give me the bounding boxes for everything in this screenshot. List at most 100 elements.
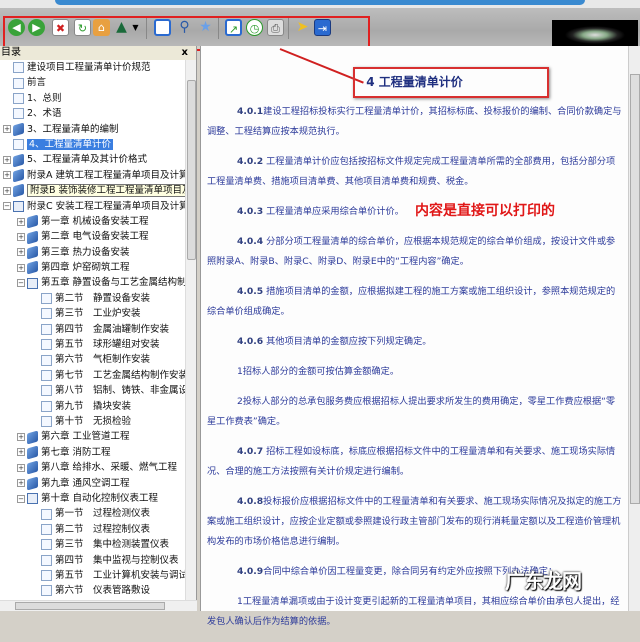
expand-icon[interactable]: + <box>17 448 25 457</box>
toc-item[interactable]: 第八节 铝制、铸铁、非金属设备安装 <box>0 383 186 398</box>
toc-item-label: 第九节 撬块安装 <box>55 400 132 412</box>
toc-item[interactable]: + 第八章 给排水、采暖、燃气工程 <box>0 460 186 475</box>
expand-icon[interactable]: + <box>17 263 25 272</box>
page-icon <box>41 308 52 320</box>
toc-item[interactable]: 第五节 球形罐组对安装 <box>0 337 186 352</box>
expand-icon[interactable]: + <box>17 479 25 488</box>
toc-item-label: 第七节 工艺金属结构制作安装 <box>55 369 186 381</box>
book-icon <box>13 168 24 183</box>
expand-icon[interactable]: + <box>17 433 25 442</box>
paragraph-text: 1招标人部分的金额可按估算金额确定。 <box>237 366 400 377</box>
paragraph: 4.0.4 分部分项工程量清单的综合单价，应根据本规范规定的综合单价组成，按设计… <box>207 232 622 272</box>
paragraph-text: 1工程量清单漏项或由于设计变更引起新的工程量清单项目，其相应综合单价由承包人提出… <box>207 596 620 627</box>
expand-icon[interactable]: + <box>17 233 25 241</box>
toc-item[interactable]: 第五节 工业计算机安装与调试 <box>0 568 186 583</box>
toc-item[interactable]: 第二节 静置设备安装 <box>0 291 186 306</box>
toc-item[interactable]: − 第五章 静置设备与工艺金属结构制作安装工程 <box>0 275 186 290</box>
toc-item[interactable]: 第三节 集中检测装置仪表 <box>0 537 186 552</box>
toc-item[interactable]: 前言 <box>0 75 186 90</box>
toc-item-label: 建设项目工程量清单计价规范 <box>27 62 151 73</box>
toc-item[interactable]: 第六节 气柜制作安装 <box>0 352 186 367</box>
paragraph: 4.0.8投标报价应根据招标文件中的工程量清单和有关要求、施工现场实际情况及拟定… <box>207 492 622 552</box>
toc-item-label: 第四节 集中监视与控制仪表 <box>55 554 179 566</box>
page-icon <box>41 523 52 535</box>
toc-horizontal-scrollbar[interactable] <box>0 600 197 611</box>
expand-icon[interactable]: + <box>3 171 11 180</box>
paragraph-text: 分部分项工程量清单的综合单价，应根据本规范规定的综合单价组成，按设计文件或参照附… <box>207 236 616 267</box>
clause-number: 4.0.9 <box>237 566 264 577</box>
toc-item[interactable]: 第四节 金属油罐制作安装 <box>0 322 186 337</box>
collapse-icon[interactable]: − <box>17 494 25 503</box>
title-highlight-box <box>353 67 549 98</box>
toc-item-label: 5、工程量清单及其计价格式 <box>27 154 148 166</box>
paragraph: 1工程量清单漏项或由于设计变更引起新的工程量清单项目，其相应综合单价由承包人提出… <box>207 592 622 632</box>
book-icon <box>27 277 38 289</box>
toc-item[interactable]: 第十节 无损检验 <box>0 414 186 429</box>
toc-item[interactable]: + 第四章 炉窑砌筑工程 <box>0 260 186 275</box>
page-icon <box>13 62 24 74</box>
toc-item[interactable]: 第九节 撬块安装 <box>0 399 186 414</box>
toc-item[interactable]: 1、总则 <box>0 91 186 106</box>
title-pill <box>55 0 585 5</box>
page-icon <box>41 570 52 582</box>
page-icon <box>13 92 24 104</box>
page-icon <box>13 108 24 120</box>
book-icon <box>13 153 24 168</box>
toc-item[interactable]: 第四节 集中监视与控制仪表 <box>0 553 186 568</box>
clause-number: 4.0.2 <box>237 156 264 167</box>
toc-item[interactable]: +3、工程量清单的编制 <box>0 122 186 137</box>
watermark: 广东龙网 <box>505 569 582 593</box>
clause-number: 4.0.3 <box>237 206 264 217</box>
toc-item[interactable]: 2、术语 <box>0 106 186 121</box>
page-icon <box>41 400 52 412</box>
toc-vertical-scrollbar[interactable] <box>185 60 196 600</box>
toc-item[interactable]: + 附录A 建筑工程工程量清单项目及计算规则 <box>0 168 186 183</box>
expand-icon[interactable]: + <box>3 125 11 134</box>
page-icon <box>41 370 52 382</box>
toc-item[interactable]: 第二节 过程控制仪表 <box>0 522 186 537</box>
toc-header: 目录 x <box>0 46 196 60</box>
expand-icon[interactable]: + <box>3 156 11 165</box>
toc-item[interactable]: 4、工程量清单计价 <box>0 137 186 152</box>
toc-item[interactable]: + 第六章 工业管道工程 <box>0 429 186 445</box>
content-scrollbar[interactable] <box>628 46 640 611</box>
toc-item[interactable]: 第一节 过程检测仪表 <box>0 506 186 521</box>
expand-icon[interactable]: + <box>3 186 11 195</box>
toc-item-label: 第七章 消防工程 <box>41 446 111 458</box>
toc-item[interactable]: + 第三章 热力设备安装 <box>0 245 186 260</box>
expand-icon[interactable]: + <box>17 463 25 472</box>
toc-item[interactable]: − 附录C 安装工程工程量清单项目及计算规则 <box>0 199 186 214</box>
page-icon <box>41 385 52 397</box>
toc-item[interactable]: + 附录B 装饰装修工程工程量清单项目及计算规则 <box>0 183 186 198</box>
toc-item[interactable]: 第七节 工艺金属结构制作安装 <box>0 368 186 383</box>
expand-icon[interactable]: + <box>17 217 25 226</box>
content-pane: 4 工程量清单计价 4.0.1建设工程招标投标实行工程量清单计价，其招标标底、投… <box>200 46 640 627</box>
toc-item-label: 第三章 热力设备安装 <box>41 246 130 258</box>
close-icon[interactable]: x <box>182 46 188 60</box>
toc-item[interactable]: + 第二章 电气设备安装工程 <box>0 229 186 244</box>
paragraph: 4.0.2 工程量清单计价应包括按招标文件规定完成工程量清单所需的全部费用，包括… <box>207 152 622 192</box>
toc-item[interactable]: + 第一章 机械设备安装工程 <box>0 214 186 229</box>
collapse-icon[interactable]: − <box>17 279 25 288</box>
clause-number: 4.0.8 <box>237 496 264 507</box>
expand-icon[interactable]: + <box>17 248 25 257</box>
toc-item-label: 第一章 机械设备安装工程 <box>41 215 149 227</box>
page-icon <box>41 585 52 597</box>
scrollbar-thumb[interactable] <box>630 74 640 504</box>
toc-item[interactable]: + 第九章 通风空调工程 <box>0 476 186 491</box>
scrollbar-thumb[interactable] <box>187 80 196 260</box>
collapse-icon[interactable]: − <box>3 202 11 211</box>
book-icon <box>27 445 38 460</box>
toc-item-label: 第八节 铝制、铸铁、非金属设备安装 <box>55 385 186 397</box>
toc-item[interactable]: − 第十章 自动化控制仪表工程 <box>0 491 186 506</box>
toc-item[interactable]: 建设项目工程量清单计价规范 <box>0 60 186 75</box>
toc-item-label: 第二节 过程控制仪表 <box>55 523 151 535</box>
toc-item-label: 第五章 静置设备与工艺金属结构制作安装工程 <box>41 277 186 289</box>
toc-item[interactable]: +5、工程量清单及其计价格式 <box>0 152 186 168</box>
paragraph-text: 建设工程招标投标实行工程量清单计价，其招标标底、投标报价的编制、合同价款确定与调… <box>207 106 622 137</box>
toc-item-label: 第二章 电气设备安装工程 <box>41 231 149 243</box>
toc-item[interactable]: 第三节 工业炉安装 <box>0 306 186 321</box>
toc-item[interactable]: + 第七章 消防工程 <box>0 445 186 460</box>
scrollbar-thumb[interactable] <box>15 602 165 610</box>
toc-item[interactable]: 第六节 仪表管路敷设 <box>0 583 186 598</box>
